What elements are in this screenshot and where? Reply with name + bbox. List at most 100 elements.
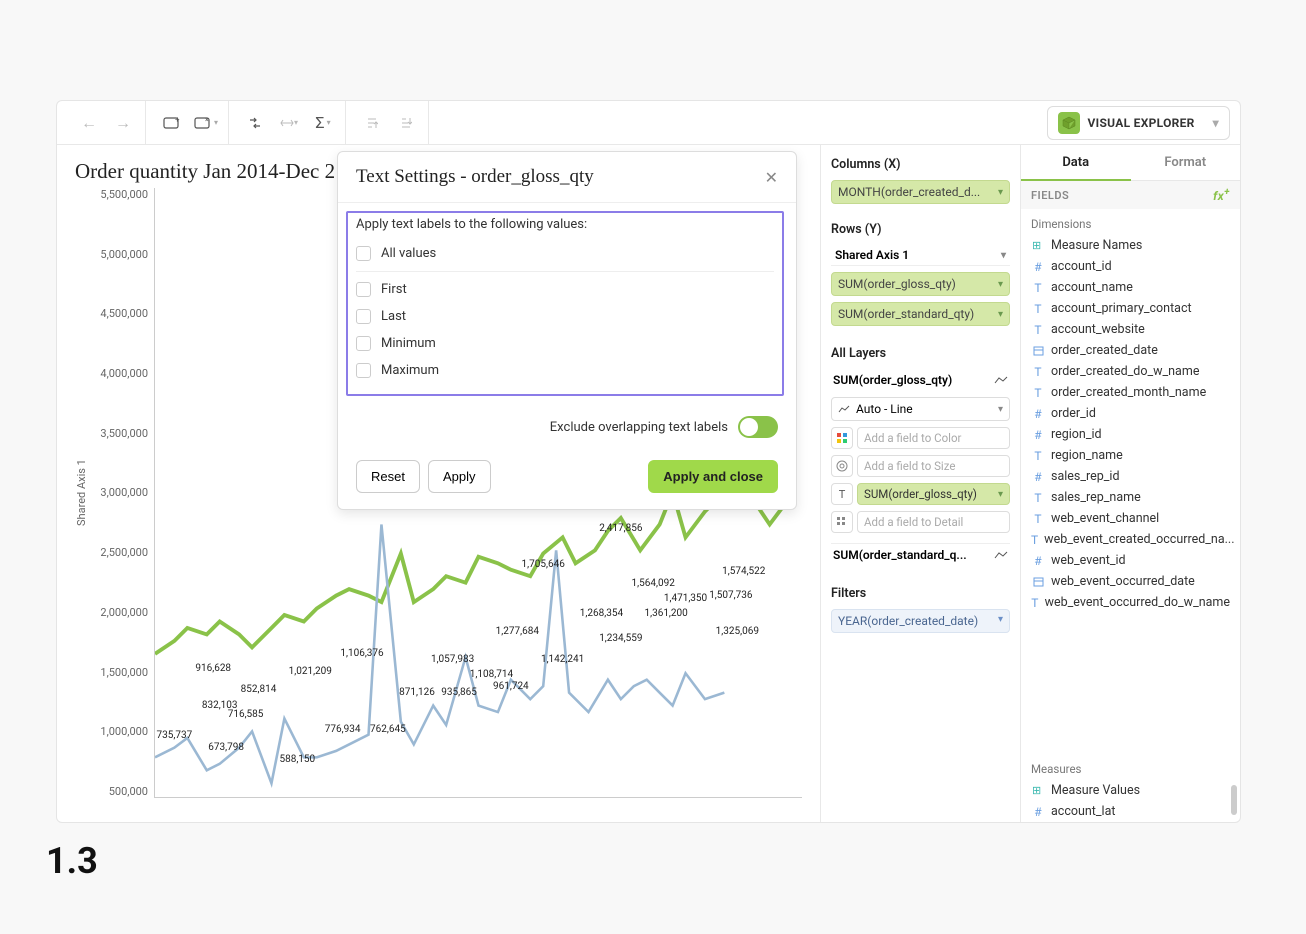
field-item[interactable]: Tweb_event_created_occurred_na... [1021, 529, 1240, 550]
dimensions-head: Dimensions [1021, 209, 1240, 235]
data-label: 776,934 [325, 724, 361, 735]
chart-panel: Order quantity Jan 2014-Dec 2 Shared Axi… [57, 145, 820, 822]
line-icon [994, 548, 1008, 562]
apply-button[interactable]: Apply [428, 460, 491, 493]
fx-icon[interactable]: fx+ [1213, 187, 1230, 203]
filter-pill[interactable]: YEAR(order_created_date)▾ [831, 609, 1010, 633]
color-icon [831, 427, 853, 449]
data-label: 1,268,354 [580, 608, 623, 619]
field-item[interactable]: Taccount_primary_contact [1021, 298, 1240, 319]
checkbox-last[interactable] [356, 309, 371, 324]
filters-head: Filters [831, 584, 1010, 603]
field-item[interactable]: #account_lat [1021, 801, 1240, 822]
forward-button[interactable]: → [109, 109, 137, 137]
add-card-button[interactable]: + [158, 109, 186, 137]
data-label: 1,277,684 [496, 626, 539, 637]
checkbox-all[interactable] [356, 246, 371, 261]
remove-card-button[interactable]: ×▾ [192, 109, 220, 137]
svg-text:×: × [205, 116, 209, 124]
detail-field[interactable]: Add a field to Detail [857, 511, 1010, 533]
checkbox-max[interactable] [356, 363, 371, 378]
sigma-button[interactable]: Σ▾ [309, 109, 337, 137]
sort-asc-button[interactable] [358, 109, 386, 137]
data-label: 1,234,559 [599, 633, 642, 644]
checkbox-first[interactable] [356, 282, 371, 297]
data-label: 916,628 [195, 663, 231, 674]
field-item[interactable]: ⊞Measure Names [1021, 235, 1240, 256]
dialog-title: Text Settings - order_gloss_qty [356, 166, 594, 188]
field-item[interactable]: Torder_created_month_name [1021, 382, 1240, 403]
data-label: 1,574,522 [722, 566, 765, 577]
apply-close-button[interactable]: Apply and close [648, 460, 778, 493]
tab-format[interactable]: Format [1131, 145, 1241, 181]
columns-head: Columns (X) [831, 155, 1010, 174]
field-item[interactable]: Tsales_rep_name [1021, 487, 1240, 508]
size-icon [831, 455, 853, 477]
data-label: 871,126 [399, 687, 435, 698]
field-item[interactable]: #sales_rep_id [1021, 466, 1240, 487]
field-item[interactable]: web_event_occurred_date [1021, 571, 1240, 592]
svg-text:+: + [175, 116, 180, 124]
detail-icon [831, 511, 853, 533]
size-field[interactable]: Add a field to Size [857, 455, 1010, 477]
version-label: 1.3 [46, 840, 98, 882]
sort-desc-button[interactable] [392, 109, 420, 137]
close-icon[interactable]: ✕ [765, 168, 778, 187]
layer-1[interactable]: SUM(order_gloss_qty) [831, 369, 1010, 391]
data-label: 762,645 [370, 724, 406, 735]
scrollbar-thumb[interactable] [1231, 785, 1237, 815]
swap-button[interactable] [241, 109, 269, 137]
field-item[interactable]: #web_event_id [1021, 550, 1240, 571]
data-label: 1,108,714 [470, 669, 513, 680]
data-label: 673,798 [208, 742, 244, 753]
rows-head: Rows (Y) [831, 220, 1010, 239]
field-item[interactable]: #region_id [1021, 424, 1240, 445]
text-settings-dialog: Text Settings - order_gloss_qty ✕ Apply … [337, 151, 797, 510]
field-item[interactable]: Tweb_event_occurred_do_w_name [1021, 592, 1240, 613]
data-label: 1,361,200 [644, 608, 687, 619]
checkbox-min[interactable] [356, 336, 371, 351]
data-label: 961,724 [493, 681, 529, 692]
shared-axis-row[interactable]: Shared Axis 1▾ [831, 245, 1010, 266]
rows-pill-1[interactable]: SUM(order_gloss_qty)▾ [831, 272, 1010, 296]
field-item[interactable]: #order_id [1021, 403, 1240, 424]
data-label: 1,106,376 [340, 648, 383, 659]
field-item[interactable]: #account_id [1021, 256, 1240, 277]
data-label: 852,814 [241, 684, 277, 695]
field-item[interactable]: Taccount_website [1021, 319, 1240, 340]
highlighted-options: Apply text labels to the following value… [346, 211, 784, 396]
hzoom-button[interactable]: ▾ [275, 109, 303, 137]
data-label: 1,142,241 [541, 654, 584, 665]
svg-text:⊞: ⊞ [1032, 240, 1041, 251]
visual-explorer-pill[interactable]: VISUAL EXPLORER ▾ [1047, 106, 1231, 140]
data-label: 1,057,983 [431, 654, 474, 665]
data-label: 1,564,092 [632, 578, 675, 589]
svg-text:⊞: ⊞ [1032, 785, 1041, 796]
back-button[interactable]: ← [75, 109, 103, 137]
dialog-subtitle: Apply text labels to the following value… [356, 217, 774, 232]
reset-button[interactable]: Reset [356, 460, 420, 493]
exclude-label: Exclude overlapping text labels [550, 420, 728, 435]
mark-type-select[interactable]: Auto - Line▾ [831, 397, 1010, 421]
field-item[interactable]: ⊞Measure Values [1021, 780, 1240, 801]
data-label: 1,705,646 [522, 559, 565, 570]
field-item[interactable]: Tregion_name [1021, 445, 1240, 466]
field-item[interactable]: order_created_date [1021, 340, 1240, 361]
data-label: 735,737 [157, 730, 193, 741]
tab-data[interactable]: Data [1021, 145, 1131, 181]
exclude-toggle[interactable]: ✓ [738, 416, 778, 438]
rows-pill-2[interactable]: SUM(order_standard_qty)▾ [831, 302, 1010, 326]
ve-label: VISUAL EXPLORER [1088, 116, 1195, 130]
text-icon: T [831, 483, 853, 505]
text-field[interactable]: SUM(order_gloss_qty)▾ [857, 483, 1010, 505]
layer-2[interactable]: SUM(order_standard_q... [831, 543, 1010, 566]
color-field[interactable]: Add a field to Color [857, 427, 1010, 449]
line-icon [994, 373, 1008, 387]
data-label: 2,417,856 [599, 523, 642, 534]
config-panel: Columns (X) MONTH(order_created_d...▾ Ro… [820, 145, 1020, 822]
field-item[interactable]: Tweb_event_channel [1021, 508, 1240, 529]
columns-pill[interactable]: MONTH(order_created_d...▾ [831, 180, 1010, 204]
field-item[interactable]: Taccount_name [1021, 277, 1240, 298]
field-item[interactable]: Torder_created_do_w_name [1021, 361, 1240, 382]
chevron-down-icon: ▾ [1213, 116, 1219, 130]
